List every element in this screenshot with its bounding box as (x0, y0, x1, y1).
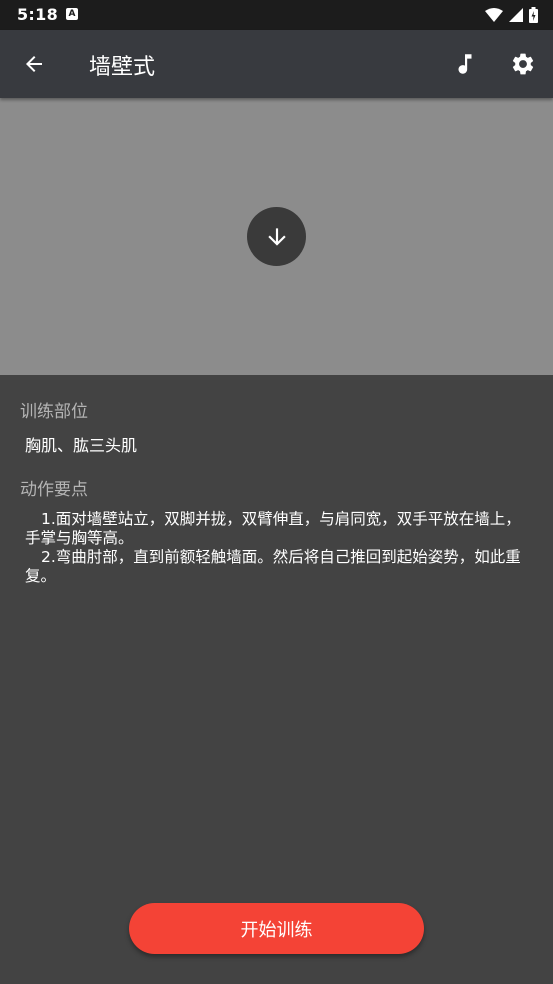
music-note-icon (458, 54, 472, 74)
settings-button[interactable] (503, 44, 543, 84)
step-2: 2.弯曲肘部，直到前额轻触墙面。然后将自己推回到起始姿势，如此重复。 (25, 548, 521, 585)
arrow-down-icon (267, 227, 286, 246)
gear-icon (512, 53, 534, 75)
exercise-media (0, 98, 553, 375)
status-icons (485, 6, 538, 24)
step-1: 1.面对墙壁站立，双脚并拢，双臂伸直，与肩同宽，双手平放在墙上，手掌与胸等高。 (25, 510, 521, 547)
a-icon: A (66, 8, 78, 20)
signal-icon (509, 8, 523, 22)
training-area-label: 训练部位 (20, 402, 88, 422)
battery-icon (529, 7, 538, 23)
arrow-back-icon (26, 56, 42, 72)
status-bar: 5:18 A (0, 0, 553, 30)
app-bar: 墙壁式 (0, 30, 553, 98)
key-points-steps: 1.面对墙壁站立，双脚并拢，双臂伸直，与肩同宽，双手平放在墙上，手掌与胸等高。 … (25, 510, 530, 586)
key-points-label: 动作要点 (20, 480, 88, 500)
start-training-button[interactable]: 开始训练 (129, 903, 424, 954)
music-button[interactable] (445, 44, 485, 84)
download-button[interactable] (247, 207, 306, 266)
status-time: 5:18 (17, 5, 58, 24)
back-button[interactable] (14, 44, 54, 84)
wifi-icon (485, 8, 503, 22)
training-area-value: 胸肌、肱三头肌 (25, 436, 138, 455)
page-title: 墙壁式 (89, 55, 156, 80)
